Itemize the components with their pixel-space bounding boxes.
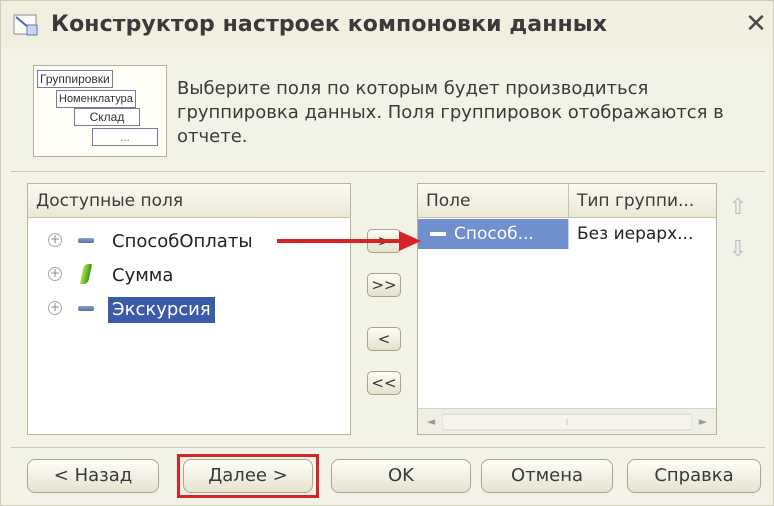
header-divider [11,171,765,172]
dialog-window: Конструктор настроек компоновки данных ✕… [0,0,774,506]
info-text: Выберите поля по которым будет производи… [177,78,724,147]
table-row-field-cell[interactable]: Способ... [418,219,568,249]
expand-icon[interactable]: + [48,267,62,281]
grouping-illustration: Группировки Номенклатура Склад ... [33,65,167,157]
help-button[interactable]: Справка [627,459,761,493]
illustration-warehouse-label: Склад [74,108,140,126]
footer-divider [11,447,765,448]
horizontal-scrollbar[interactable]: ◄ ► [418,408,716,434]
available-fields-header: Доступные поля [28,184,350,218]
available-fields-panel[interactable]: Доступные поля + СпособОплаты + Сумма + … [27,183,351,435]
illustration-groupings-label: Группировки [37,70,113,88]
next-button-highlight [177,454,319,498]
back-button[interactable]: < Назад [27,459,159,493]
add-button[interactable]: > [367,229,401,253]
expand-icon[interactable]: + [48,301,62,315]
scroll-thumb[interactable] [442,413,692,431]
tree-item-label: СпособОплаты [112,231,253,252]
add-all-button[interactable]: >> [367,273,401,297]
resource-icon [79,264,93,284]
field-cell-label: Способ... [454,224,534,244]
expand-icon[interactable]: + [48,233,62,247]
move-up-icon[interactable]: ⇧ [723,195,753,221]
illustration-ellipsis-label: ... [92,128,158,146]
title-bar: Конструктор настроек компоновки данных ✕ [1,1,773,49]
tree-item-label: Сумма [112,265,174,286]
table-row-type-cell[interactable]: Без иерарх... [568,219,716,249]
column-header-grouping-type[interactable]: Тип группи... [568,184,716,218]
ok-button[interactable]: OK [331,459,471,493]
remove-button[interactable]: < [367,327,401,351]
dimension-icon [78,306,94,311]
window-title: Конструктор настроек компоновки данных [51,12,608,37]
remove-all-button[interactable]: << [367,371,401,395]
groupings-table[interactable]: Поле Тип группи... Способ... Без иерарх.… [417,183,717,435]
illustration-nomenclature-label: Номенклатура [56,90,136,108]
column-header-field[interactable]: Поле [418,184,568,218]
wizard-icon [13,14,38,36]
scroll-right-icon[interactable]: ► [694,413,712,431]
dimension-icon [430,232,446,236]
tree-item-label: Экскурсия [108,297,215,323]
move-down-icon[interactable]: ⇩ [723,237,753,263]
tree-item-sum[interactable]: + Сумма [28,260,350,290]
dimension-icon [78,238,94,243]
tree-item-excursion[interactable]: + Экскурсия [28,294,350,324]
cancel-button[interactable]: Отмена [481,459,613,493]
scroll-left-icon[interactable]: ◄ [422,413,440,431]
tree-item-payment-method[interactable]: + СпособОплаты [28,226,350,256]
close-button[interactable]: ✕ [741,9,771,39]
